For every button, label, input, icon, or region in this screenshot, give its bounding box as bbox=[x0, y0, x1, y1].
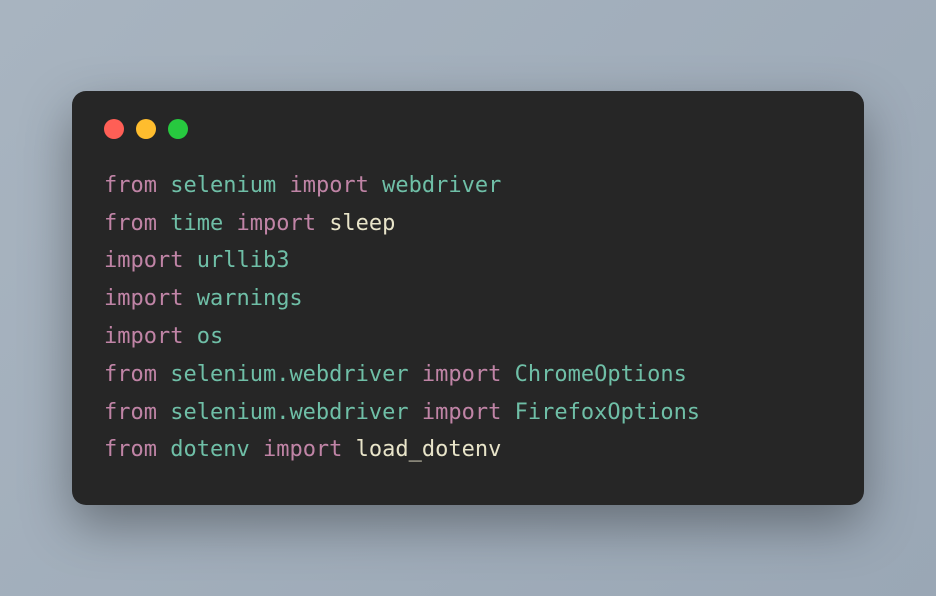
code-line: from selenium import webdriver bbox=[104, 167, 832, 205]
code-token: selenium.webdriver bbox=[170, 400, 422, 425]
code-line: from dotenv import load_dotenv bbox=[104, 431, 832, 469]
code-line: import warnings bbox=[104, 280, 832, 318]
code-token: from bbox=[104, 211, 170, 236]
code-token: selenium.webdriver bbox=[170, 362, 422, 387]
code-token: from bbox=[104, 437, 170, 462]
code-token: import bbox=[422, 400, 515, 425]
code-token: webdriver bbox=[382, 173, 501, 198]
close-icon[interactable] bbox=[104, 119, 124, 139]
maximize-icon[interactable] bbox=[168, 119, 188, 139]
code-token: import bbox=[236, 211, 329, 236]
window-titlebar bbox=[104, 119, 832, 139]
code-token: import bbox=[263, 437, 356, 462]
code-token: from bbox=[104, 173, 170, 198]
code-line: import os bbox=[104, 318, 832, 356]
code-window: from selenium import webdriverfrom time … bbox=[72, 91, 864, 506]
code-token: FirefoxOptions bbox=[515, 400, 700, 425]
code-token: selenium bbox=[170, 173, 289, 198]
code-line: from selenium.webdriver import FirefoxOp… bbox=[104, 394, 832, 432]
code-token: import bbox=[104, 286, 197, 311]
code-token: import bbox=[104, 324, 197, 349]
code-token: ChromeOptions bbox=[515, 362, 687, 387]
minimize-icon[interactable] bbox=[136, 119, 156, 139]
code-token: import bbox=[289, 173, 382, 198]
code-token: load_dotenv bbox=[356, 437, 502, 462]
code-token: import bbox=[104, 248, 197, 273]
code-line: from time import sleep bbox=[104, 205, 832, 243]
code-token: from bbox=[104, 362, 170, 387]
code-token: sleep bbox=[329, 211, 395, 236]
code-token: urllib3 bbox=[197, 248, 290, 273]
code-token: import bbox=[422, 362, 515, 387]
code-line: from selenium.webdriver import ChromeOpt… bbox=[104, 356, 832, 394]
code-line: import urllib3 bbox=[104, 242, 832, 280]
code-block: from selenium import webdriverfrom time … bbox=[104, 167, 832, 470]
code-token: os bbox=[197, 324, 224, 349]
code-token: dotenv bbox=[170, 437, 263, 462]
code-token: warnings bbox=[197, 286, 303, 311]
code-token: from bbox=[104, 400, 170, 425]
code-token: time bbox=[170, 211, 236, 236]
